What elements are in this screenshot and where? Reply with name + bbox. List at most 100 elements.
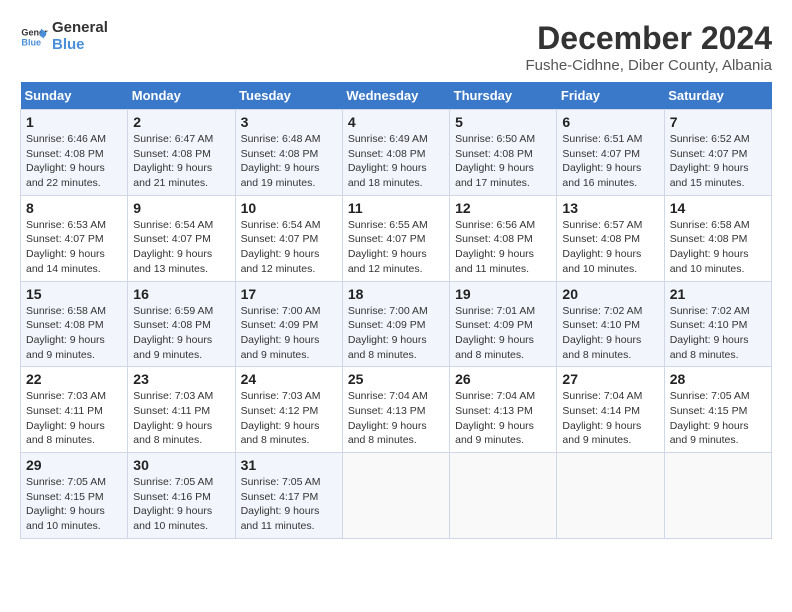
day-number: 16	[133, 286, 229, 302]
day-number: 23	[133, 371, 229, 387]
calendar-cell: 15 Sunrise: 6:58 AMSunset: 4:08 PMDaylig…	[21, 281, 128, 367]
day-info: Sunrise: 7:05 AMSunset: 4:17 PMDaylight:…	[241, 476, 321, 532]
calendar-cell	[342, 453, 449, 539]
header-saturday: Saturday	[664, 82, 771, 110]
svg-text:Blue: Blue	[21, 37, 41, 47]
day-info: Sunrise: 6:46 AMSunset: 4:08 PMDaylight:…	[26, 133, 106, 189]
calendar-cell	[450, 453, 557, 539]
day-info: Sunrise: 7:04 AMSunset: 4:13 PMDaylight:…	[455, 390, 535, 446]
week-row-2: 8 Sunrise: 6:53 AMSunset: 4:07 PMDayligh…	[21, 195, 772, 281]
header-sunday: Sunday	[21, 82, 128, 110]
day-number: 24	[241, 371, 337, 387]
calendar-cell: 21 Sunrise: 7:02 AMSunset: 4:10 PMDaylig…	[664, 281, 771, 367]
calendar-cell: 19 Sunrise: 7:01 AMSunset: 4:09 PMDaylig…	[450, 281, 557, 367]
calendar-cell	[664, 453, 771, 539]
calendar-cell: 13 Sunrise: 6:57 AMSunset: 4:08 PMDaylig…	[557, 195, 664, 281]
day-number: 12	[455, 200, 551, 216]
day-info: Sunrise: 7:01 AMSunset: 4:09 PMDaylight:…	[455, 305, 535, 361]
day-info: Sunrise: 7:02 AMSunset: 4:10 PMDaylight:…	[562, 305, 642, 361]
week-row-4: 22 Sunrise: 7:03 AMSunset: 4:11 PMDaylig…	[21, 367, 772, 453]
calendar-cell: 23 Sunrise: 7:03 AMSunset: 4:11 PMDaylig…	[128, 367, 235, 453]
day-number: 13	[562, 200, 658, 216]
calendar-table: SundayMondayTuesdayWednesdayThursdayFrid…	[20, 82, 772, 539]
day-number: 19	[455, 286, 551, 302]
day-number: 9	[133, 200, 229, 216]
calendar-cell: 3 Sunrise: 6:48 AMSunset: 4:08 PMDayligh…	[235, 110, 342, 196]
calendar-cell: 8 Sunrise: 6:53 AMSunset: 4:07 PMDayligh…	[21, 195, 128, 281]
day-number: 17	[241, 286, 337, 302]
week-row-1: 1 Sunrise: 6:46 AMSunset: 4:08 PMDayligh…	[21, 110, 772, 196]
day-info: Sunrise: 7:04 AMSunset: 4:14 PMDaylight:…	[562, 390, 642, 446]
day-info: Sunrise: 7:05 AMSunset: 4:15 PMDaylight:…	[670, 390, 750, 446]
day-number: 21	[670, 286, 766, 302]
calendar-cell: 17 Sunrise: 7:00 AMSunset: 4:09 PMDaylig…	[235, 281, 342, 367]
header-tuesday: Tuesday	[235, 82, 342, 110]
day-number: 28	[670, 371, 766, 387]
day-info: Sunrise: 7:00 AMSunset: 4:09 PMDaylight:…	[241, 305, 321, 361]
day-number: 27	[562, 371, 658, 387]
title-block: December 2024 Fushe-Cidhne, Diber County…	[525, 20, 772, 74]
calendar-cell: 20 Sunrise: 7:02 AMSunset: 4:10 PMDaylig…	[557, 281, 664, 367]
day-info: Sunrise: 6:57 AMSunset: 4:08 PMDaylight:…	[562, 219, 642, 275]
week-row-5: 29 Sunrise: 7:05 AMSunset: 4:15 PMDaylig…	[21, 453, 772, 539]
day-number: 22	[26, 371, 122, 387]
day-info: Sunrise: 7:03 AMSunset: 4:11 PMDaylight:…	[26, 390, 106, 446]
calendar-cell: 6 Sunrise: 6:51 AMSunset: 4:07 PMDayligh…	[557, 110, 664, 196]
day-number: 26	[455, 371, 551, 387]
header-wednesday: Wednesday	[342, 82, 449, 110]
day-number: 29	[26, 457, 122, 473]
day-info: Sunrise: 6:54 AMSunset: 4:07 PMDaylight:…	[133, 219, 213, 275]
month-title: December 2024	[525, 20, 772, 57]
day-number: 25	[348, 371, 444, 387]
day-info: Sunrise: 7:00 AMSunset: 4:09 PMDaylight:…	[348, 305, 428, 361]
day-number: 2	[133, 114, 229, 130]
day-number: 5	[455, 114, 551, 130]
day-info: Sunrise: 7:04 AMSunset: 4:13 PMDaylight:…	[348, 390, 428, 446]
header-thursday: Thursday	[450, 82, 557, 110]
day-info: Sunrise: 6:52 AMSunset: 4:07 PMDaylight:…	[670, 133, 750, 189]
calendar-cell: 4 Sunrise: 6:49 AMSunset: 4:08 PMDayligh…	[342, 110, 449, 196]
day-number: 4	[348, 114, 444, 130]
location-subtitle: Fushe-Cidhne, Diber County, Albania	[525, 57, 772, 74]
day-info: Sunrise: 6:47 AMSunset: 4:08 PMDaylight:…	[133, 133, 213, 189]
day-info: Sunrise: 6:51 AMSunset: 4:07 PMDaylight:…	[562, 133, 642, 189]
calendar-cell: 14 Sunrise: 6:58 AMSunset: 4:08 PMDaylig…	[664, 195, 771, 281]
calendar-cell	[557, 453, 664, 539]
day-info: Sunrise: 6:50 AMSunset: 4:08 PMDaylight:…	[455, 133, 535, 189]
day-number: 14	[670, 200, 766, 216]
day-number: 3	[241, 114, 337, 130]
day-number: 6	[562, 114, 658, 130]
day-info: Sunrise: 7:03 AMSunset: 4:12 PMDaylight:…	[241, 390, 321, 446]
day-info: Sunrise: 6:58 AMSunset: 4:08 PMDaylight:…	[670, 219, 750, 275]
day-info: Sunrise: 6:54 AMSunset: 4:07 PMDaylight:…	[241, 219, 321, 275]
day-info: Sunrise: 7:02 AMSunset: 4:10 PMDaylight:…	[670, 305, 750, 361]
calendar-cell: 31 Sunrise: 7:05 AMSunset: 4:17 PMDaylig…	[235, 453, 342, 539]
day-info: Sunrise: 6:49 AMSunset: 4:08 PMDaylight:…	[348, 133, 428, 189]
calendar-cell: 25 Sunrise: 7:04 AMSunset: 4:13 PMDaylig…	[342, 367, 449, 453]
day-number: 20	[562, 286, 658, 302]
day-info: Sunrise: 6:59 AMSunset: 4:08 PMDaylight:…	[133, 305, 213, 361]
day-number: 31	[241, 457, 337, 473]
calendar-cell: 9 Sunrise: 6:54 AMSunset: 4:07 PMDayligh…	[128, 195, 235, 281]
day-info: Sunrise: 7:05 AMSunset: 4:16 PMDaylight:…	[133, 476, 213, 532]
calendar-cell: 5 Sunrise: 6:50 AMSunset: 4:08 PMDayligh…	[450, 110, 557, 196]
day-number: 15	[26, 286, 122, 302]
day-info: Sunrise: 6:58 AMSunset: 4:08 PMDaylight:…	[26, 305, 106, 361]
calendar-cell: 24 Sunrise: 7:03 AMSunset: 4:12 PMDaylig…	[235, 367, 342, 453]
header-friday: Friday	[557, 82, 664, 110]
day-number: 11	[348, 200, 444, 216]
calendar-cell: 1 Sunrise: 6:46 AMSunset: 4:08 PMDayligh…	[21, 110, 128, 196]
calendar-cell: 29 Sunrise: 7:05 AMSunset: 4:15 PMDaylig…	[21, 453, 128, 539]
calendar-cell: 30 Sunrise: 7:05 AMSunset: 4:16 PMDaylig…	[128, 453, 235, 539]
day-info: Sunrise: 7:03 AMSunset: 4:11 PMDaylight:…	[133, 390, 213, 446]
calendar-cell: 16 Sunrise: 6:59 AMSunset: 4:08 PMDaylig…	[128, 281, 235, 367]
week-row-3: 15 Sunrise: 6:58 AMSunset: 4:08 PMDaylig…	[21, 281, 772, 367]
day-number: 8	[26, 200, 122, 216]
logo-icon: General Blue	[20, 23, 48, 51]
header-monday: Monday	[128, 82, 235, 110]
calendar-cell: 26 Sunrise: 7:04 AMSunset: 4:13 PMDaylig…	[450, 367, 557, 453]
logo: General Blue General Blue	[20, 20, 108, 53]
day-info: Sunrise: 6:48 AMSunset: 4:08 PMDaylight:…	[241, 133, 321, 189]
day-info: Sunrise: 6:56 AMSunset: 4:08 PMDaylight:…	[455, 219, 535, 275]
calendar-cell: 10 Sunrise: 6:54 AMSunset: 4:07 PMDaylig…	[235, 195, 342, 281]
